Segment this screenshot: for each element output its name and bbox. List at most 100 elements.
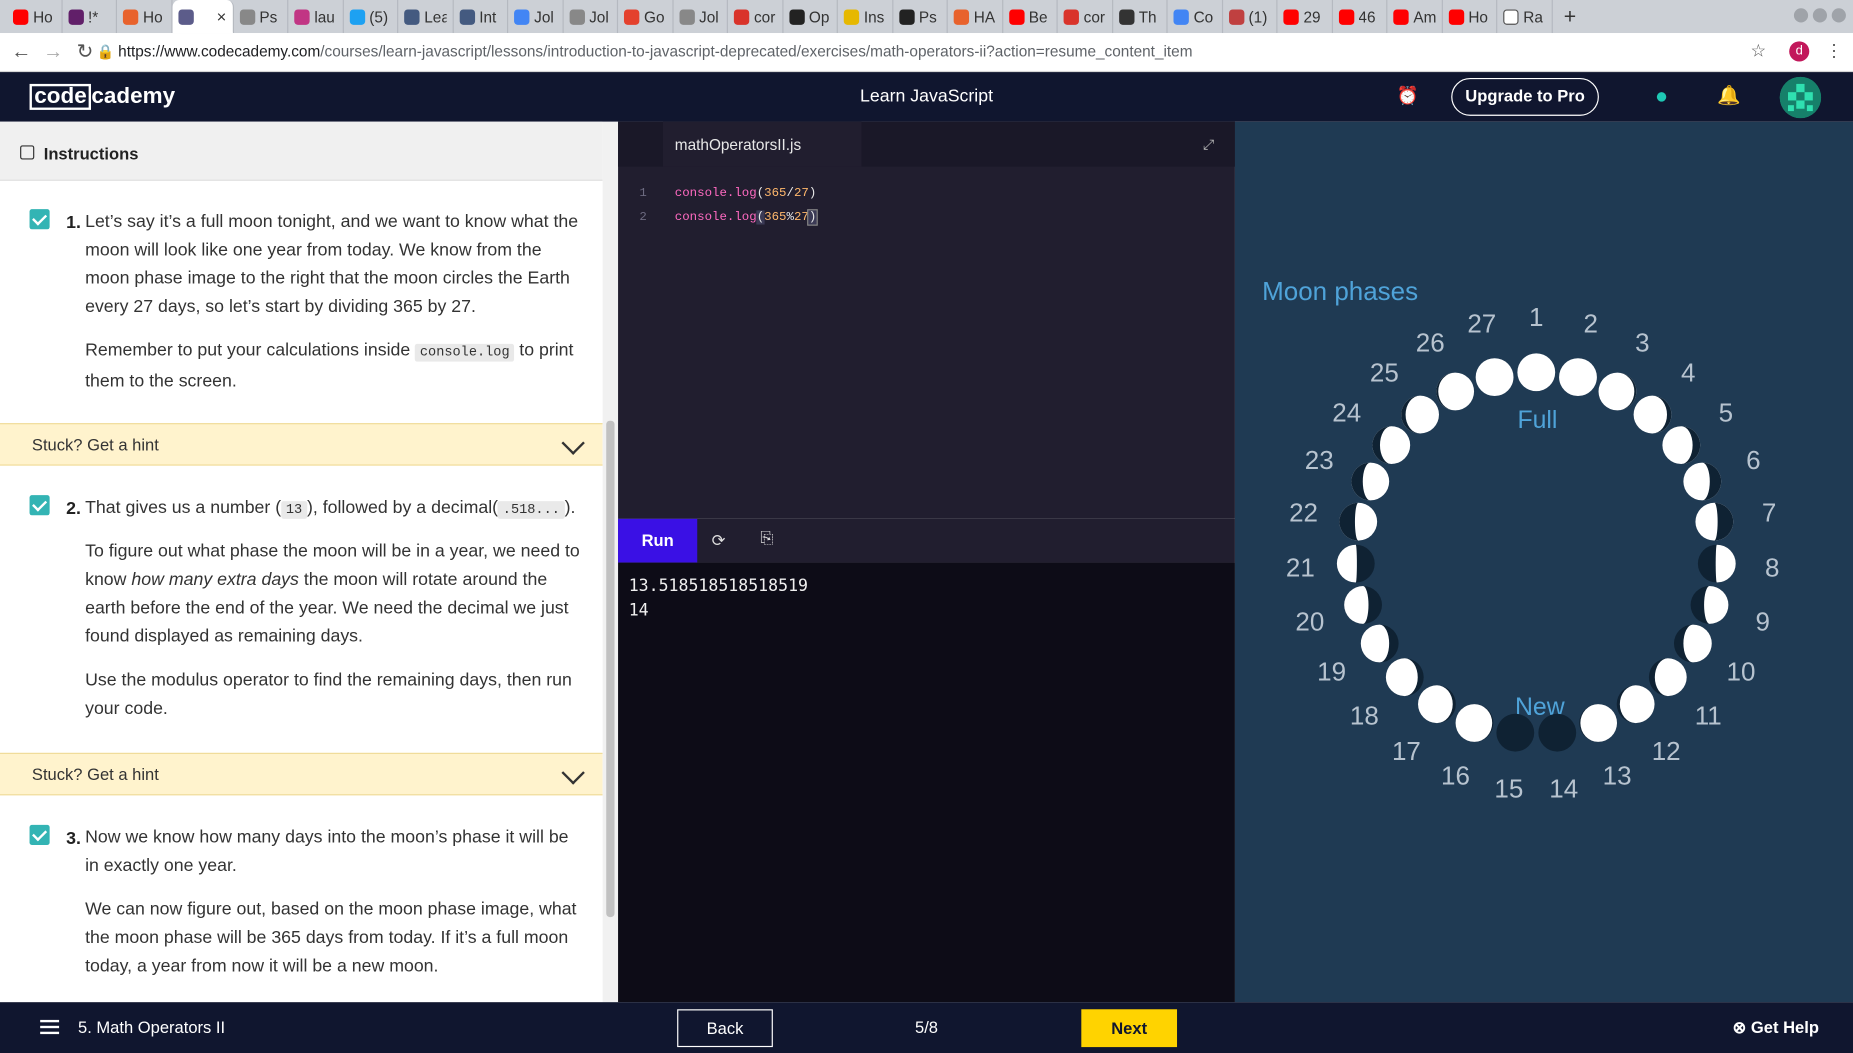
browser-tab[interactable]: cor [1058,0,1113,34]
browser-tab[interactable]: Jol [508,0,564,34]
site-header: code cademy Learn JavaScript ⏰ Upgrade to… [0,72,1853,122]
browser-tab[interactable]: Am [1387,0,1443,34]
browser-tab[interactable]: Ho [1442,0,1498,34]
browser-tab-label: Ps [259,7,278,26]
code-op: % [786,210,794,225]
github-icon [788,8,805,25]
bookmark-star-icon[interactable]: ☆ [1747,40,1771,64]
browser-tab[interactable]: Ins [838,0,893,34]
close-window-icon[interactable] [1831,8,1846,23]
day-label: 12 [1652,736,1681,766]
browser-tab[interactable]: Be [1003,0,1058,34]
browser-tab[interactable]: (5) [343,0,399,34]
browser-tab[interactable]: cor [728,0,783,34]
youtube-icon [1008,8,1024,25]
step-1-check-icon[interactable] [29,209,50,230]
browser-tab[interactable]: Ps [893,0,948,34]
browser-tab[interactable]: Jol [673,0,728,34]
browser-tab[interactable]: Co [1168,0,1223,34]
code-editor[interactable]: mathOperatorsII.js ⤢ 1 console.log(365/2… [618,121,1235,519]
hint-toggle-1[interactable]: Stuck? Get a hint [0,423,603,466]
browser-tab[interactable]: Ho [117,0,172,34]
scrollbar-thumb[interactable] [606,420,615,918]
code-line-1[interactable]: console.log(365/27) [675,187,817,201]
profile-avatar[interactable]: d [1789,41,1810,62]
alarm-clock-icon[interactable]: ⏰ [1397,86,1419,106]
browser-tab[interactable]: (1) [1223,0,1278,34]
menu-icon[interactable] [40,1019,60,1035]
reset-icon[interactable]: ⟳ [709,531,728,550]
moon-disc [1475,358,1514,397]
url-field[interactable]: https://www.codecademy.com/courses/learn… [118,43,1192,61]
step-3-check-icon[interactable] [29,824,50,846]
browser-tab[interactable]: × [171,0,234,34]
browser-tab[interactable]: Lea [398,0,454,34]
file-tab[interactable]: mathOperatorsII.js [662,121,862,167]
day-label: 8 [1765,552,1779,582]
user-avatar[interactable] [1779,76,1822,119]
maximize-icon[interactable] [1812,8,1828,23]
browser-tab-label: 29 [1303,7,1321,26]
hint-label: Stuck? Get a hint [31,764,159,784]
moon-phase-2: 2 [1559,309,1598,397]
github-icon [898,8,915,25]
browser-tab-label: lau [314,7,335,26]
browser-tab-label: Th [1138,7,1157,26]
instructions-scrollbar[interactable] [602,121,619,1003]
editor-tab-bar: mathOperatorsII.js ⤢ [618,121,1235,167]
step-2-check-icon[interactable] [29,495,50,516]
browser-tab[interactable]: Op [783,0,838,34]
moon-phase-5: 5 [1662,397,1733,465]
hint-toggle-2[interactable]: Stuck? Get a hint [0,752,603,796]
youtube-icon [1448,8,1464,25]
browser-tab-label: Jol [589,7,609,26]
get-help-button[interactable]: ⊗ Get Help [1732,1018,1819,1038]
close-tab-icon[interactable]: × [217,7,227,26]
ask-icon [1063,8,1079,25]
code-arg: 365 [764,210,787,225]
code-line-2[interactable]: console.log(365%27) [675,209,818,226]
progress-indicator: 5/8 [914,1017,939,1037]
moon-disc [1538,713,1577,752]
instagram-icon [294,8,310,25]
day-label: 20 [1295,606,1324,636]
run-button[interactable]: Run [618,518,698,563]
moon-phases-title: Moon phases [1262,276,1418,306]
browser-menu-icon[interactable]: ⋮ [1822,40,1846,64]
day-label: 25 [1370,357,1399,387]
browser-tab[interactable]: HA [948,0,1003,34]
moon-phase-1: 1 [1517,302,1556,392]
status-dot [1656,92,1667,102]
browser-tab[interactable]: 46 [1332,0,1388,34]
upgrade-to-pro-button[interactable]: Upgrade to Pro [1451,78,1599,116]
browser-tab[interactable]: Ra [1497,0,1553,34]
moon-shadow [1654,658,1687,697]
code-arg: 27 [793,210,809,225]
forward-arrow-icon[interactable]: → [41,40,65,64]
browser-tab[interactable]: Ps [233,0,289,34]
browser-tab[interactable]: Th [1113,0,1168,34]
expand-icon[interactable]: ⤢ [1203,136,1214,154]
browser-tab[interactable]: Go [618,0,674,34]
url-domain: https://www.codecademy.com [118,42,321,61]
minimize-icon[interactable] [1793,8,1809,23]
moon-phase-15: 15 [1494,713,1535,803]
back-arrow-icon[interactable]: ← [9,40,33,64]
browser-tab[interactable]: Jol [563,0,619,34]
lesson-title[interactable]: 5. Math Operators II [78,1018,225,1037]
new-tab-button[interactable]: + [1552,0,1587,33]
copy-file-icon[interactable]: ⎘ [758,528,777,552]
browser-tab[interactable]: Ho [7,0,63,34]
back-button[interactable]: Back [677,1009,773,1048]
bell-icon[interactable]: 🔔 [1717,84,1741,108]
browser-tab[interactable]: 29 [1277,0,1333,34]
instructions-panel: Instructions 1. Let’s say it’s a full mo… [0,121,603,1003]
reload-icon[interactable]: ↻ [73,40,97,64]
moon-shadow [1580,704,1618,742]
browser-tab[interactable]: Int [453,0,509,34]
browser-tab[interactable]: !* [62,0,117,34]
browser-tab[interactable]: lau [288,0,344,34]
codecademy-doc-icon [177,8,194,25]
next-button[interactable]: Next [1081,1009,1178,1048]
browser-tab-label: !* [88,7,99,26]
